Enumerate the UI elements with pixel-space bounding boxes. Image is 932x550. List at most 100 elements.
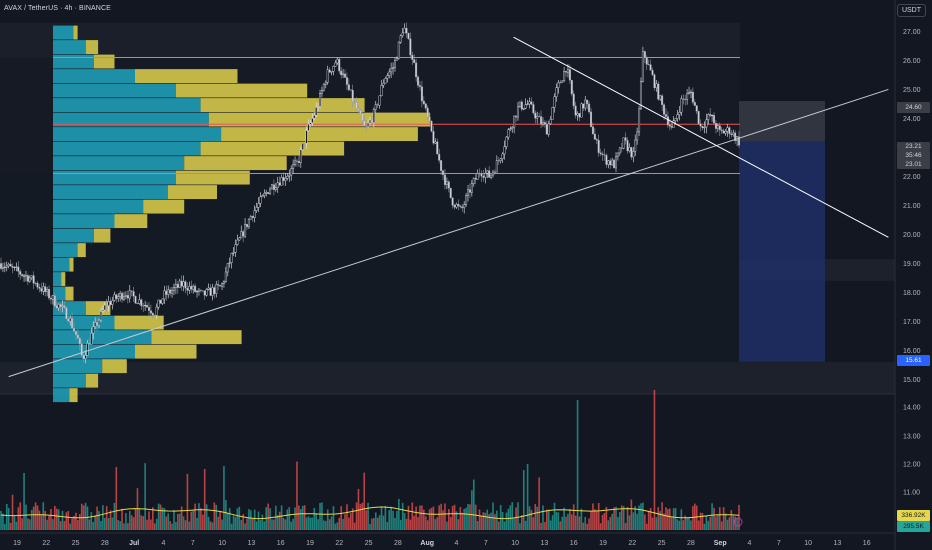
volume-bar	[394, 517, 396, 530]
volume-bar	[69, 523, 71, 530]
volume-bar	[403, 513, 406, 530]
volume-bar	[669, 508, 671, 530]
candle-body	[661, 95, 664, 105]
volume-bar	[488, 514, 490, 530]
volume-bar	[150, 519, 152, 530]
volume-bar	[447, 509, 450, 530]
time-tick-label: 22	[628, 540, 636, 547]
price-chart[interactable]: 15.00 16.00 17.00 18.00 19.00 20.00 21.00 22.00…	[0, 0, 932, 550]
candle-body	[641, 51, 644, 82]
time-tick-label: 25	[658, 540, 666, 547]
volume-bar	[169, 521, 171, 530]
stop-price-tag: 24.60	[897, 102, 930, 113]
candle-body	[534, 112, 537, 119]
candle-body	[515, 115, 518, 118]
volume-profile-sell-bar	[135, 69, 238, 84]
candle-body	[288, 174, 291, 177]
volume-bar	[340, 506, 342, 530]
candle-body	[461, 206, 464, 209]
candle-body	[265, 192, 268, 194]
candle-body	[570, 79, 573, 95]
candle-body	[447, 181, 450, 189]
price-tick-label: 26.00	[903, 58, 921, 65]
volume-bar	[248, 509, 250, 530]
candle-body	[545, 124, 548, 135]
candle-body	[597, 140, 600, 153]
volume-bar	[513, 518, 515, 530]
candle-body	[203, 290, 206, 296]
candle-body	[430, 120, 433, 132]
candle-body	[624, 137, 627, 141]
candle-body	[242, 231, 245, 237]
volume-bar	[152, 507, 154, 530]
volume-bar	[30, 509, 33, 530]
volume-bar	[148, 511, 150, 530]
volume-bar	[528, 506, 531, 530]
volume-profile-buy-bar	[53, 214, 115, 229]
candle-body	[51, 295, 54, 300]
volume-bar	[100, 520, 102, 530]
candle-body	[628, 147, 631, 152]
candle-body	[113, 294, 116, 301]
candle-body	[426, 107, 429, 118]
volume-bar	[444, 503, 446, 530]
candle-body	[553, 96, 556, 108]
volume-bar	[275, 505, 277, 530]
volume-bar	[194, 503, 196, 530]
candle-body	[634, 139, 637, 152]
time-tick-label: 28	[394, 540, 402, 547]
candle-body	[659, 95, 662, 100]
volume-bar	[213, 502, 216, 530]
volume-profile-sell-bar	[65, 286, 74, 301]
candle-body	[530, 101, 533, 105]
volume-bar	[374, 512, 377, 530]
candle-body	[315, 107, 318, 116]
volume-profile-buy-bar	[53, 25, 74, 40]
candle-body	[518, 101, 521, 107]
volume-bar	[557, 512, 560, 530]
volume-bar	[417, 517, 419, 530]
candle-body	[549, 119, 552, 125]
volume-bar	[494, 514, 496, 530]
volume-profile-sell-bar	[221, 127, 418, 142]
time-tick-label: 7	[777, 540, 781, 547]
volume-bar	[634, 506, 637, 530]
volume-bar	[328, 519, 331, 530]
candle-body	[420, 86, 423, 102]
candle-body	[140, 299, 143, 306]
candle-body	[15, 266, 18, 268]
volume-bar	[55, 508, 58, 530]
candle-body	[69, 318, 72, 322]
candle-body	[309, 122, 312, 125]
volume-bar	[184, 520, 187, 530]
candle-body	[299, 149, 302, 163]
volume-bar	[234, 517, 237, 530]
candle-body	[720, 129, 723, 131]
volume-bar	[27, 518, 29, 530]
candle-body	[244, 223, 247, 237]
volume-bar	[407, 505, 410, 530]
volume-bar	[451, 505, 454, 530]
candle-body	[111, 300, 114, 305]
volume-bar	[269, 508, 271, 530]
candle-body	[176, 284, 179, 288]
volume-bar	[555, 511, 558, 530]
candle-body	[63, 305, 66, 308]
candle-body	[395, 58, 398, 61]
volume-bar	[215, 504, 218, 530]
candle-body	[167, 289, 170, 295]
volume-bar	[292, 518, 294, 530]
volume-bar	[88, 519, 91, 530]
candle-body	[230, 253, 233, 263]
volume-bar	[657, 507, 660, 530]
volume-bar	[130, 515, 133, 530]
currency-button[interactable]: USDT	[896, 4, 926, 17]
volume-profile-buy-bar	[53, 170, 176, 185]
volume-bar	[29, 519, 31, 530]
volume-bar	[61, 510, 64, 530]
volume-bar	[90, 512, 93, 530]
time-tick-label: 25	[72, 540, 80, 547]
volume-bar	[363, 472, 366, 530]
last-price-tag: 23.21	[897, 142, 930, 151]
volume-bar	[113, 502, 116, 530]
